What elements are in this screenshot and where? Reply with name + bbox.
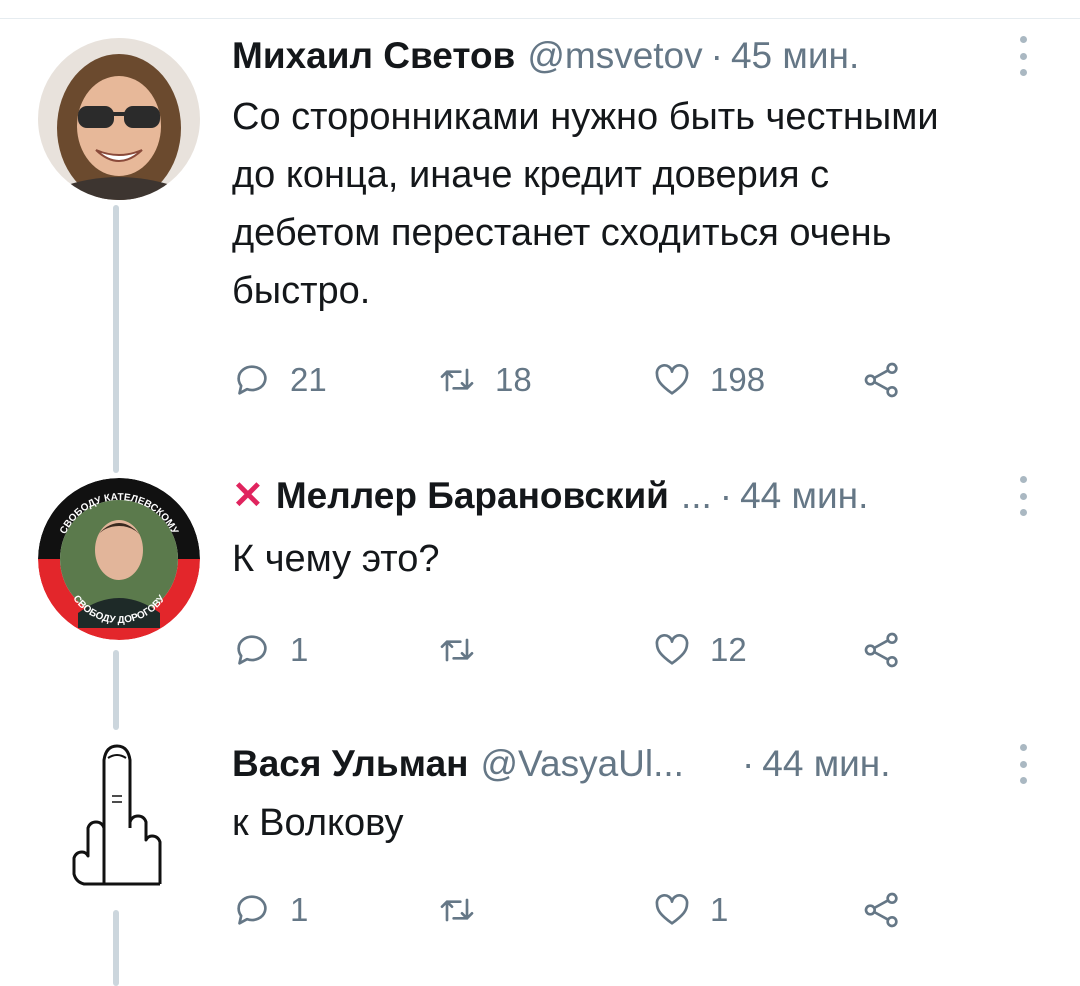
share-icon (864, 632, 898, 668)
reply-icon (237, 365, 267, 395)
like-button[interactable]: 198 (652, 355, 765, 405)
share-button[interactable] (862, 355, 920, 405)
tweet-actions: 1 1 (232, 885, 952, 935)
retweet-icon (440, 898, 474, 922)
author-handle[interactable]: @VasyaUl... (481, 736, 684, 792)
reply-count: 1 (290, 891, 309, 928)
reply-count: 1 (290, 631, 309, 668)
like-button[interactable]: 1 (652, 885, 728, 935)
share-icon (864, 362, 898, 398)
avatar[interactable] (38, 736, 200, 898)
author-name[interactable]: Вася Ульман (232, 736, 469, 792)
author-handle[interactable]: ... (681, 468, 712, 524)
separator: · (719, 475, 733, 516)
author-handle[interactable]: @msvetov (527, 28, 702, 84)
reply-button[interactable]: 21 (232, 355, 327, 405)
share-button[interactable] (862, 625, 920, 675)
share-icon (864, 892, 898, 928)
retweet-icon (440, 368, 474, 392)
tweet-text: Со сторонниками нужно быть честными до к… (232, 96, 939, 312)
tweet-actions: 21 18 198 (232, 355, 952, 405)
avatar-photo: СВОБОДУ КАТЕЛЕВСКОМУ СВОБОДУ ДОРОГОВУ (38, 478, 200, 640)
reply-button[interactable]: 1 (232, 625, 308, 675)
reply-button[interactable]: 1 (232, 885, 308, 935)
avatar-photo (38, 38, 200, 200)
timestamp[interactable]: 44 мин. (762, 736, 890, 792)
tweet[interactable]: Вася Ульман @VasyaUl... · 44 мин. к Волк… (0, 700, 1080, 986)
author-name[interactable]: Меллер Барановский (276, 468, 669, 524)
like-count: 1 (710, 891, 729, 928)
like-count: 198 (710, 361, 766, 398)
tweet-text: к Волкову (232, 802, 404, 844)
tweet[interactable]: СВОБОДУ КАТЕЛЕВСКОМУ СВОБОДУ ДОРОГОВУ ✕ … (0, 440, 1080, 700)
reply-icon (237, 895, 267, 925)
reply-count: 21 (290, 361, 327, 398)
share-button[interactable] (862, 885, 920, 935)
retweet-button[interactable]: 18 (437, 355, 532, 405)
retweet-button[interactable] (437, 885, 495, 935)
more-vertical-icon[interactable] (1018, 476, 1028, 516)
tweet-text: К чему это? (232, 538, 440, 580)
retweet-count: 18 (495, 361, 532, 398)
more-vertical-icon[interactable] (1018, 36, 1028, 76)
timestamp[interactable]: 44 мин. (740, 468, 868, 524)
like-button[interactable]: 12 (652, 625, 747, 675)
tweet-header: ✕ Меллер Барановский ... · 44 мин. (232, 468, 1020, 524)
tweet-actions: 1 12 (232, 625, 952, 675)
tweet-header: Вася Ульман @VasyaUl... · 44 мин. (232, 736, 1020, 792)
retweet-icon (440, 638, 474, 662)
avatar[interactable]: СВОБОДУ КАТЕЛЕВСКОМУ СВОБОДУ ДОРОГОВУ (38, 478, 200, 640)
tweet[interactable]: Михаил Светов @msvetov · 45 мин. Со стор… (0, 0, 1080, 440)
heart-icon (655, 893, 689, 925)
cross-mark-icon: ✕ (232, 475, 264, 517)
heart-icon (655, 363, 689, 395)
separator: · (741, 743, 755, 784)
more-vertical-icon[interactable] (1018, 744, 1028, 784)
separator: · (710, 35, 723, 76)
author-name[interactable]: Михаил Светов (232, 28, 515, 84)
tweet-header: Михаил Светов @msvetov · 45 мин. (232, 28, 1020, 84)
reply-icon (237, 635, 267, 665)
avatar-photo (38, 736, 200, 898)
retweet-button[interactable] (437, 625, 495, 675)
like-count: 12 (710, 631, 747, 668)
heart-icon (655, 633, 689, 665)
timestamp[interactable]: 45 мин. (731, 28, 859, 84)
avatar[interactable] (38, 38, 200, 200)
